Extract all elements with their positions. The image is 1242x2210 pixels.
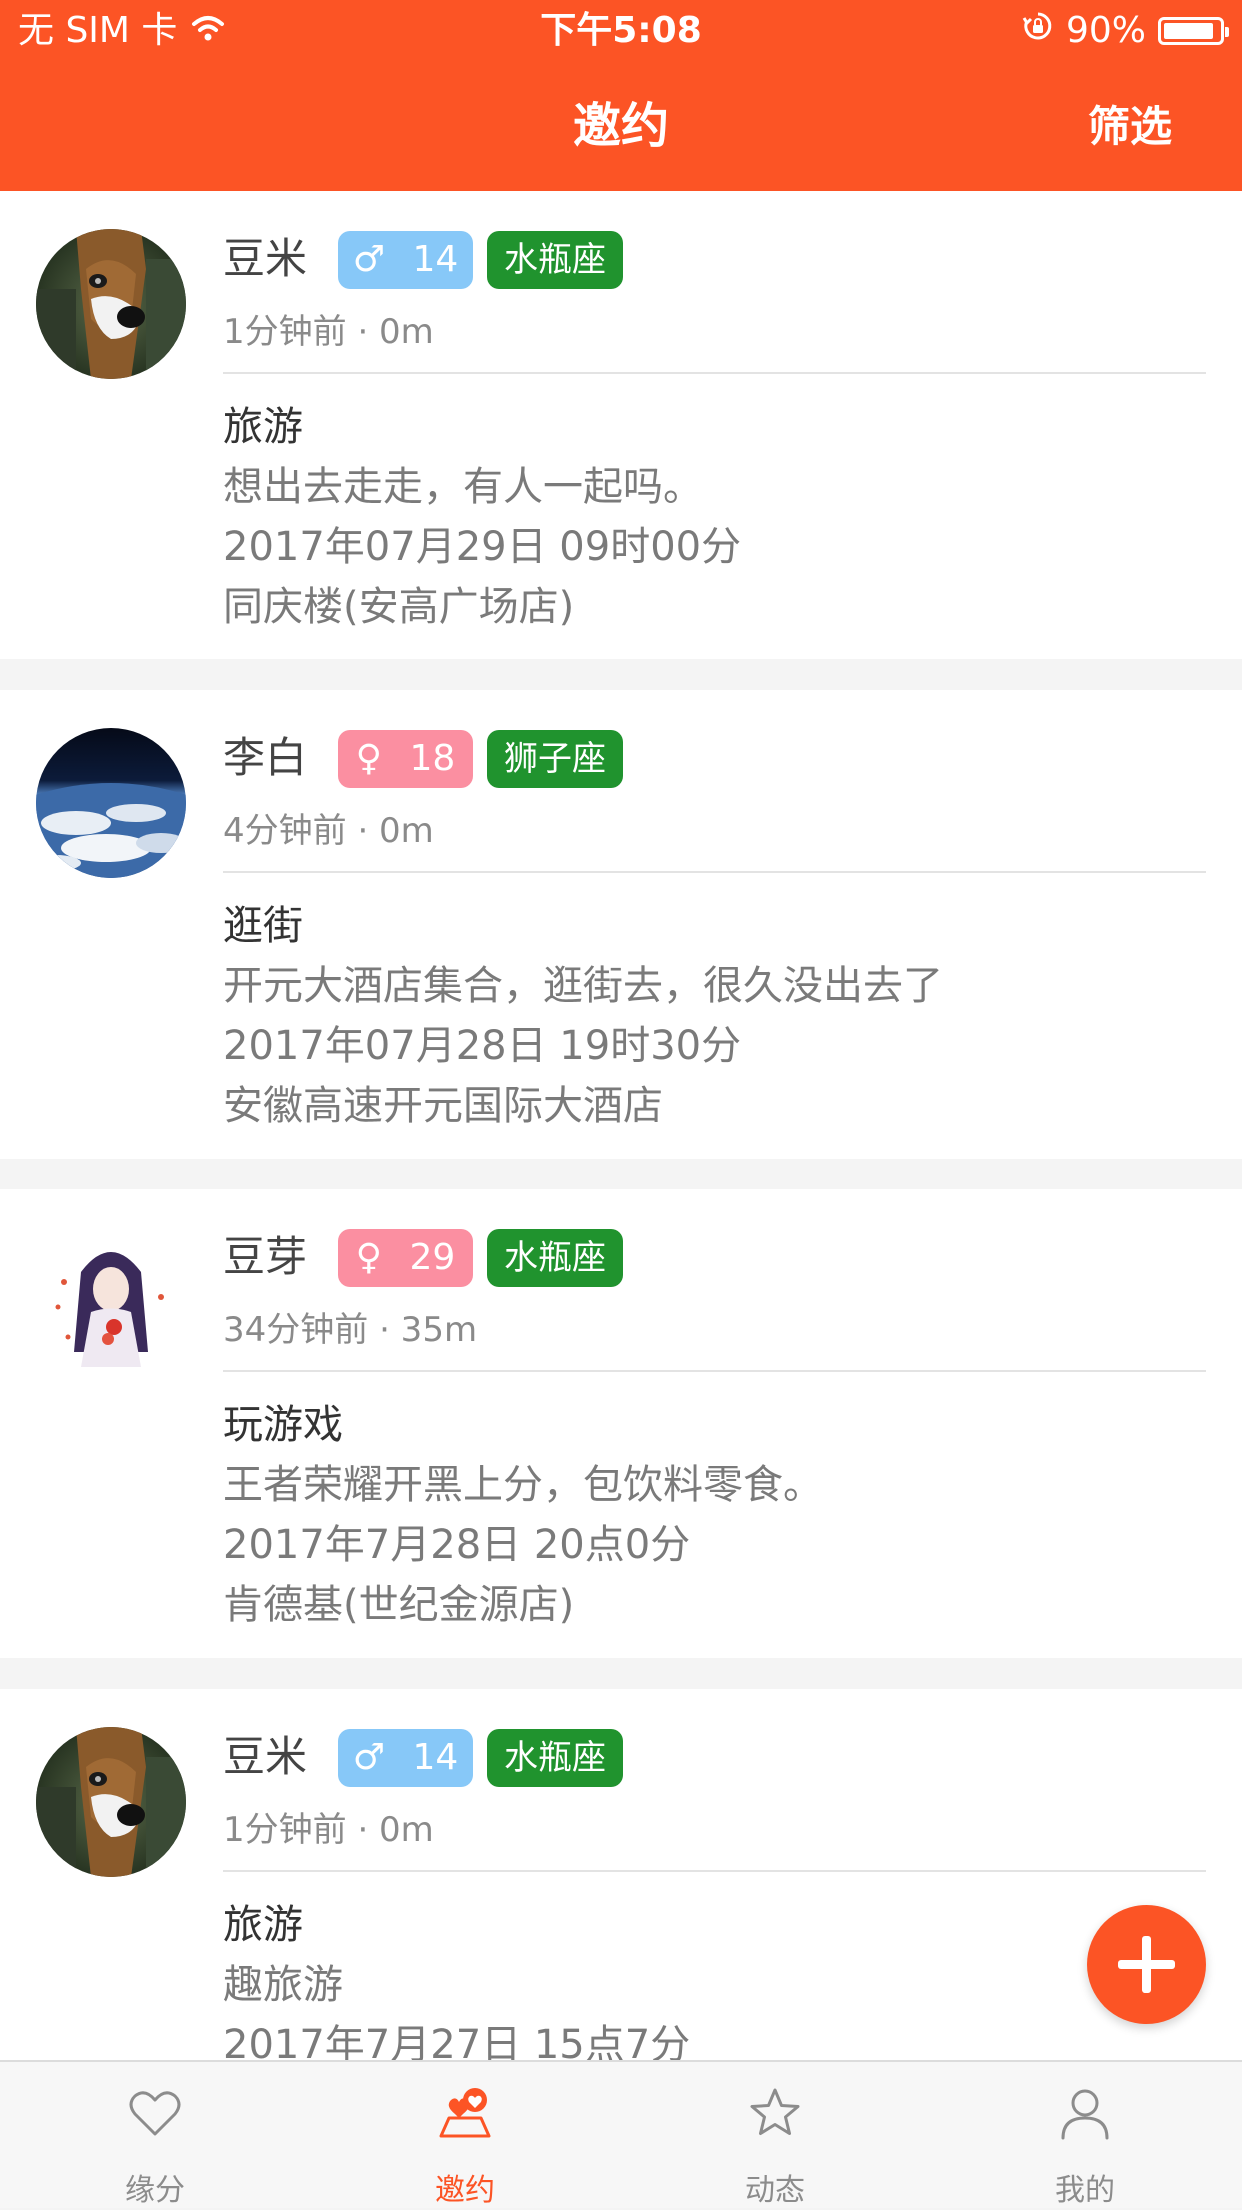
post-meta: 4分钟前 · 0m bbox=[223, 811, 434, 851]
user-icon bbox=[1055, 2084, 1115, 2144]
tab-label: 动态 bbox=[745, 2173, 805, 2208]
post-card[interactable]: 豆米 ♂ 14 水瓶座 1分钟前 · 0m 旅游 趣旅游 2017年7月27日 … bbox=[0, 1689, 1242, 2068]
rotation-lock-icon bbox=[1022, 0, 1054, 62]
divider bbox=[223, 372, 1206, 374]
map-heart-icon bbox=[435, 2084, 495, 2144]
activity-description: 开元大酒店集合，逛街去，很久没出去了 bbox=[223, 963, 943, 1009]
avatar[interactable] bbox=[36, 1727, 186, 1877]
earth-avatar-icon bbox=[36, 728, 186, 878]
user-name: 豆米 bbox=[223, 234, 308, 283]
add-invitation-button[interactable] bbox=[1087, 1905, 1206, 2024]
filter-button[interactable]: 筛选 bbox=[1088, 62, 1172, 191]
tab-label: 邀约 bbox=[435, 2173, 495, 2208]
activity-title: 旅游 bbox=[223, 1902, 303, 1948]
post-card[interactable]: 李白 ♀ 18 狮子座 4分钟前 · 0m 逛街 开元大酒店集合，逛街去，很久没… bbox=[0, 690, 1242, 1159]
user-name: 李白 bbox=[223, 733, 308, 782]
battery-percent: 90% bbox=[1065, 10, 1146, 51]
anime-girl-avatar-icon bbox=[36, 1227, 186, 1377]
tab-fate[interactable]: 缘分 bbox=[0, 2062, 310, 2210]
avatar[interactable] bbox=[36, 728, 186, 878]
post-card[interactable]: 豆米 ♂ 14 水瓶座 1分钟前 · 0m 旅游 想出去走走，有人一起吗。 20… bbox=[0, 191, 1242, 659]
gender-age-badge: ♀ 18 bbox=[338, 730, 473, 788]
zodiac-badge: 水瓶座 bbox=[487, 231, 623, 289]
tab-bar: 缘分 邀约 动态 我的 bbox=[0, 2060, 1242, 2208]
top-bar: 无 SIM 卡 下午5:08 90% 邀约 筛选 bbox=[0, 0, 1242, 191]
tab-label: 我的 bbox=[1055, 2173, 1115, 2208]
activity-title: 玩游戏 bbox=[223, 1402, 343, 1448]
divider bbox=[223, 1370, 1206, 1372]
divider bbox=[223, 871, 1206, 873]
user-name: 豆米 bbox=[223, 1732, 308, 1781]
zodiac-badge: 水瓶座 bbox=[487, 1229, 623, 1287]
gender-age-badge: ♂ 14 bbox=[338, 231, 473, 289]
user-name: 豆芽 bbox=[223, 1232, 308, 1281]
female-icon: ♀ bbox=[355, 1237, 383, 1278]
tab-mine[interactable]: 我的 bbox=[930, 2062, 1240, 2210]
status-right: 90% bbox=[1022, 0, 1229, 62]
age-value: 18 bbox=[409, 738, 456, 779]
gender-age-badge: ♂ 14 bbox=[338, 1729, 473, 1787]
male-icon: ♂ bbox=[352, 1737, 385, 1778]
activity-location: 肯德基(世纪金源店) bbox=[223, 1582, 575, 1628]
nav-bar: 邀约 筛选 bbox=[0, 62, 1242, 191]
activity-datetime: 2017年7月28日 20点0分 bbox=[223, 1522, 691, 1568]
age-value: 14 bbox=[412, 1737, 459, 1778]
activity-datetime: 2017年07月29日 09时00分 bbox=[223, 524, 742, 570]
status-bar: 无 SIM 卡 下午5:08 90% bbox=[0, 0, 1242, 62]
post-meta: 1分钟前 · 0m bbox=[223, 1810, 434, 1850]
activity-description: 趣旅游 bbox=[223, 1962, 343, 2008]
page-title: 邀约 bbox=[572, 98, 669, 154]
activity-location: 安徽高速开元国际大酒店 bbox=[223, 1083, 663, 1129]
activity-description: 王者荣耀开黑上分，包饮料零食。 bbox=[223, 1462, 823, 1508]
zodiac-badge: 狮子座 bbox=[487, 730, 623, 788]
tab-invite[interactable]: 邀约 bbox=[310, 2062, 620, 2210]
female-icon: ♀ bbox=[355, 738, 383, 779]
age-value: 29 bbox=[409, 1237, 456, 1278]
gender-age-badge: ♀ 29 bbox=[338, 1229, 473, 1287]
divider bbox=[223, 1870, 1206, 1872]
post-meta: 1分钟前 · 0m bbox=[223, 312, 434, 352]
activity-title: 旅游 bbox=[223, 404, 303, 450]
avatar[interactable] bbox=[36, 1227, 186, 1377]
heart-icon bbox=[125, 2084, 185, 2144]
activity-datetime: 2017年07月28日 19时30分 bbox=[223, 1023, 742, 1069]
activity-description: 想出去走走，有人一起吗。 bbox=[223, 464, 703, 510]
avatar[interactable] bbox=[36, 229, 186, 379]
battery-icon bbox=[1158, 17, 1229, 45]
tab-label: 缘分 bbox=[125, 2173, 185, 2208]
activity-title: 逛街 bbox=[223, 903, 303, 949]
zodiac-badge: 水瓶座 bbox=[487, 1729, 623, 1787]
male-icon: ♂ bbox=[352, 239, 385, 280]
dog-avatar-icon bbox=[36, 1727, 186, 1877]
dog-avatar-icon bbox=[36, 229, 186, 379]
activity-location: 同庆楼(安高广场店) bbox=[223, 584, 575, 630]
tab-moments[interactable]: 动态 bbox=[620, 2062, 930, 2210]
star-icon bbox=[745, 2084, 805, 2144]
post-card[interactable]: 豆芽 ♀ 29 水瓶座 34分钟前 · 35m 玩游戏 王者荣耀开黑上分，包饮料… bbox=[0, 1189, 1242, 1658]
post-meta: 34分钟前 · 35m bbox=[223, 1310, 478, 1350]
age-value: 14 bbox=[412, 239, 459, 280]
